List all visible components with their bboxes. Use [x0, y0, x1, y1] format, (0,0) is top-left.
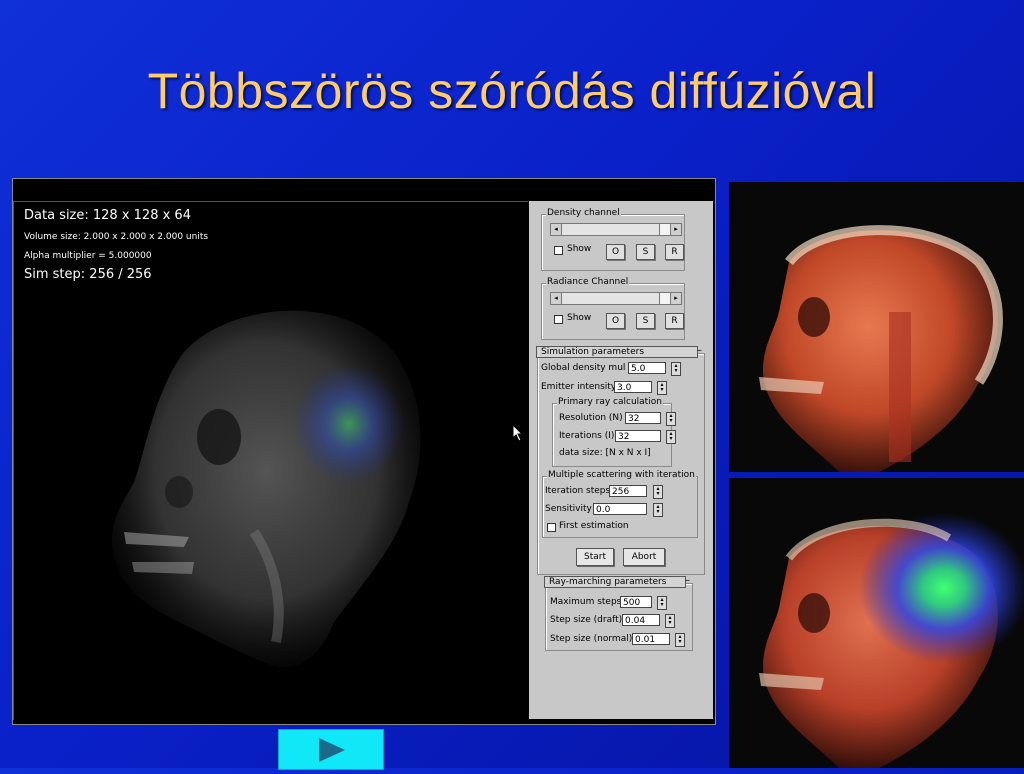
slider-right-icon[interactable]: ▸ [670, 224, 681, 235]
step-normal-label: Step size (normal) [550, 634, 633, 644]
abort-button[interactable]: Abort [623, 548, 665, 566]
global-density-input[interactable]: 5.0 [628, 362, 666, 374]
slider-right-icon[interactable]: ▸ [670, 293, 681, 304]
simulation-parameters-title[interactable]: Simulation parameters [536, 346, 698, 358]
skull-render-bottom-image [729, 478, 1024, 768]
play-triangle-icon [319, 738, 345, 762]
data-size-label: Data size: 128 x 128 x 64 [24, 208, 191, 223]
step-normal-input[interactable]: 0.01 [632, 633, 670, 645]
radiance-slider[interactable]: ◂ ▸ [550, 292, 682, 305]
skull-render-top-image [729, 182, 1024, 472]
density-r-button[interactable]: R [665, 244, 684, 260]
iteration-steps-spin-icon[interactable]: ▴ ▾ [653, 485, 663, 499]
radiance-channel-title: Radiance Channel [546, 277, 630, 287]
step-normal-spin-icon[interactable]: ▴ ▾ [675, 633, 685, 647]
max-steps-label: Maximum steps [550, 597, 622, 607]
step-draft-input[interactable]: 0.04 [622, 614, 660, 626]
simulation-parameters-group: Simulation parameters – Global density m… [536, 345, 705, 575]
render-viewport[interactable]: Data size: 128 x 128 x 64 Volume size: 2… [13, 201, 528, 720]
sensitivity-spin-icon[interactable]: ▴ ▾ [653, 503, 663, 517]
primary-ray-group: Primary ray calculation Resolution (N) 3… [552, 397, 676, 467]
radiance-s-button[interactable]: S [636, 313, 655, 329]
density-o-button[interactable]: O [606, 244, 625, 260]
radiance-show-checkbox[interactable] [554, 315, 563, 324]
data-size-formula-label: data size: [N x N x I] [559, 448, 651, 458]
volume-renderer-window: Data size: 128 x 128 x 64 Volume size: 2… [12, 178, 716, 725]
density-channel-group: Density channel ◂ ▸ Show O S R [541, 208, 685, 271]
sensitivity-label: Sensitivity [545, 504, 592, 514]
resolution-spin-icon[interactable]: ▴ ▾ [666, 412, 676, 426]
primary-ray-title: Primary ray calculation [557, 397, 663, 407]
iteration-steps-label: Iteration steps [545, 486, 611, 496]
density-show-checkbox[interactable] [554, 246, 563, 255]
max-steps-input[interactable]: 500 [620, 596, 652, 608]
iterations-input[interactable]: 32 [615, 430, 661, 442]
sim-step-label: Sim step: 256 / 256 [24, 267, 152, 282]
iteration-steps-input[interactable]: 256 [609, 485, 647, 497]
iterations-spin-icon[interactable]: ▴ ▾ [666, 430, 676, 444]
start-button[interactable]: Start [576, 548, 614, 566]
sensitivity-input[interactable]: 0.0 [593, 503, 647, 515]
step-draft-spin-icon[interactable]: ▴ ▾ [665, 614, 675, 628]
density-channel-title: Density channel [546, 208, 621, 218]
max-steps-spin-icon[interactable]: ▴ ▾ [657, 596, 667, 610]
simulation-collapse-icon[interactable]: – [697, 345, 702, 356]
radiance-r-button[interactable]: R [665, 313, 684, 329]
first-estimation-label: First estimation [559, 521, 629, 531]
global-density-label: Global density mul [541, 363, 626, 373]
slide-title: Többszörös szóródás diffúzióval [147, 63, 877, 119]
raymarching-parameters-title[interactable]: Ray-marching parameters [544, 576, 686, 588]
first-estimation-checkbox[interactable] [547, 523, 556, 532]
density-s-button[interactable]: S [636, 244, 655, 260]
volume-size-label: Volume size: 2.000 x 2.000 x 2.000 units [24, 232, 209, 242]
resolution-label: Resolution (N) [559, 413, 623, 423]
multiple-scattering-group: Multiple scattering with iteration Itera… [542, 470, 698, 538]
step-draft-label: Step size (draft) [550, 615, 623, 625]
resolution-input[interactable]: 32 [625, 412, 661, 424]
radiance-o-button[interactable]: O [606, 313, 625, 329]
slider-left-icon[interactable]: ◂ [551, 293, 562, 304]
density-slider[interactable]: ◂ ▸ [550, 223, 682, 236]
next-slide-button[interactable] [278, 729, 384, 770]
raymarching-collapse-icon[interactable]: – [685, 575, 690, 586]
slider-left-icon[interactable]: ◂ [551, 224, 562, 235]
iterations-label: Iterations (I) [559, 431, 615, 441]
multiple-scattering-title: Multiple scattering with iteration [547, 470, 696, 480]
control-panel: Density channel ◂ ▸ Show O S R Radiance … [529, 201, 713, 719]
mouse-pointer-icon [512, 424, 524, 442]
emitter-intensity-label: Emitter intensity [541, 382, 617, 392]
density-show-label: Show [567, 244, 592, 254]
emitter-intensity-input[interactable]: 3.0 [614, 381, 652, 393]
alpha-multiplier-label: Alpha multiplier = 5.000000 [24, 251, 152, 261]
radiance-show-label: Show [567, 313, 592, 323]
radiance-channel-group: Radiance Channel ◂ ▸ Show O S R [541, 277, 685, 340]
raymarching-parameters-group: Ray-marching parameters – Maximum steps … [544, 575, 693, 651]
emitter-intensity-spin-icon[interactable]: ▴ ▾ [657, 381, 667, 395]
global-density-spin-icon[interactable]: ▴ ▾ [671, 362, 681, 376]
